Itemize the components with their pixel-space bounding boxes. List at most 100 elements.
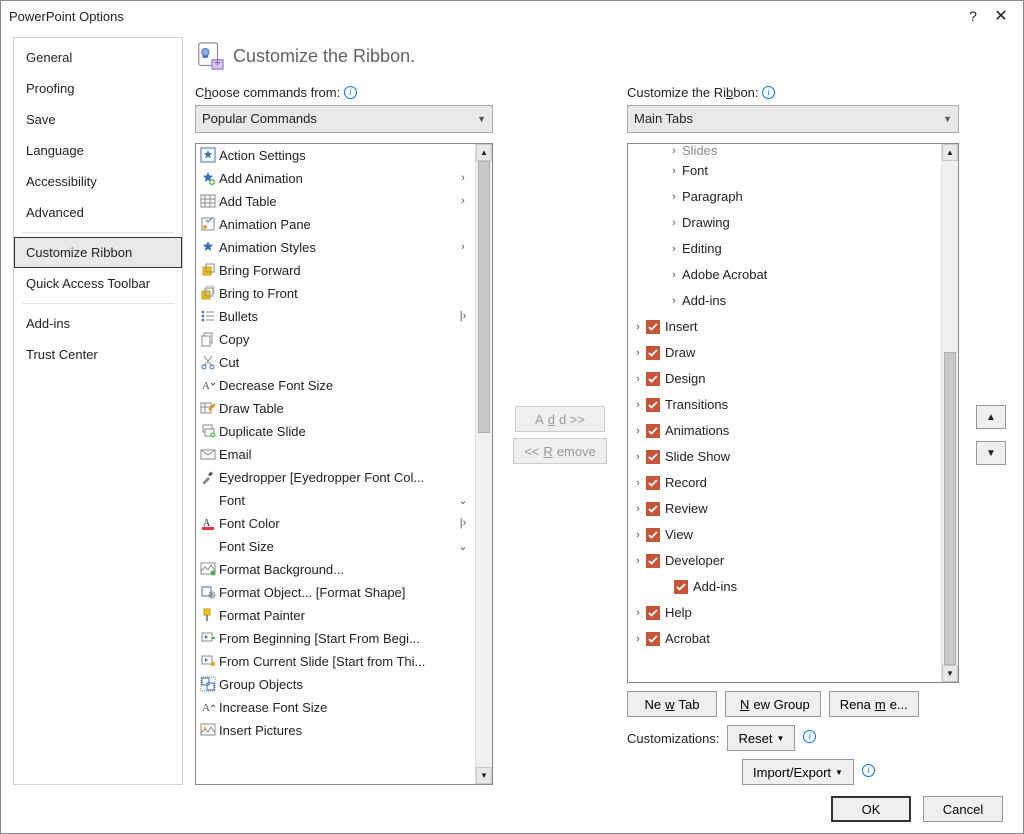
tree-group[interactable]: Add-ins bbox=[628, 574, 941, 600]
command-item[interactable]: Bullets|› bbox=[196, 305, 475, 328]
command-item[interactable]: Font⌄ bbox=[196, 489, 475, 512]
tree-group[interactable]: ›Slides bbox=[628, 144, 941, 158]
tree-group[interactable]: ›Drawing bbox=[628, 210, 941, 236]
command-item[interactable]: Copy bbox=[196, 328, 475, 351]
sidebar-item-general[interactable]: General bbox=[14, 42, 182, 73]
checkbox[interactable] bbox=[646, 632, 660, 646]
expander-icon[interactable]: › bbox=[632, 503, 644, 515]
tree-tab[interactable]: ›View bbox=[628, 522, 941, 548]
checkbox[interactable] bbox=[646, 450, 660, 464]
sidebar-item-advanced[interactable]: Advanced bbox=[14, 197, 182, 228]
command-item[interactable]: Animation Pane bbox=[196, 213, 475, 236]
tree-group[interactable]: ›Font bbox=[628, 158, 941, 184]
command-item[interactable]: ADecrease Font Size bbox=[196, 374, 475, 397]
sidebar-item-customize-ribbon[interactable]: Customize Ribbon bbox=[14, 237, 182, 268]
commands-listbox[interactable]: Action SettingsAdd Animation›Add Table›A… bbox=[195, 143, 493, 786]
sidebar-item-save[interactable]: Save bbox=[14, 104, 182, 135]
command-item[interactable]: Animation Styles› bbox=[196, 236, 475, 259]
cancel-button[interactable]: Cancel bbox=[923, 796, 1003, 822]
tree-group[interactable]: ›Add-ins bbox=[628, 288, 941, 314]
tree-tab[interactable]: ›Help bbox=[628, 600, 941, 626]
expander-icon[interactable]: › bbox=[632, 451, 644, 463]
tree-tab[interactable]: ›Acrobat bbox=[628, 626, 941, 652]
command-item[interactable]: Draw Table bbox=[196, 397, 475, 420]
checkbox[interactable] bbox=[646, 398, 660, 412]
expander-icon[interactable]: › bbox=[668, 295, 680, 307]
tree-tab[interactable]: ›Record bbox=[628, 470, 941, 496]
import-export-button[interactable]: Import/Export ▼ bbox=[742, 759, 854, 785]
tree-tab[interactable]: ›Design bbox=[628, 366, 941, 392]
move-down-button[interactable]: ▼ bbox=[976, 441, 1006, 465]
expander-icon[interactable]: › bbox=[632, 425, 644, 437]
scroll-down-icon[interactable]: ▼ bbox=[942, 665, 958, 682]
expander-icon[interactable]: › bbox=[668, 165, 680, 177]
sidebar-item-trust-center[interactable]: Trust Center bbox=[14, 339, 182, 370]
sidebar-item-quick-access-toolbar[interactable]: Quick Access Toolbar bbox=[14, 268, 182, 299]
scroll-down-icon[interactable]: ▼ bbox=[476, 767, 492, 784]
customize-ribbon-combo[interactable]: Main Tabs ▼ bbox=[627, 105, 959, 133]
command-item[interactable]: Format Background... bbox=[196, 558, 475, 581]
tree-group[interactable]: ›Adobe Acrobat bbox=[628, 262, 941, 288]
remove-button[interactable]: << Remove bbox=[513, 438, 607, 464]
expander-icon[interactable]: › bbox=[632, 347, 644, 359]
close-icon[interactable]: ✕ bbox=[987, 6, 1015, 26]
command-item[interactable]: Action Settings bbox=[196, 144, 475, 167]
tree-tab[interactable]: ›Slide Show bbox=[628, 444, 941, 470]
expander-icon[interactable]: › bbox=[668, 191, 680, 203]
command-item[interactable]: Duplicate Slide bbox=[196, 420, 475, 443]
command-item[interactable]: Email bbox=[196, 443, 475, 466]
sidebar-item-add-ins[interactable]: Add-ins bbox=[14, 308, 182, 339]
scrollbar[interactable]: ▲ ▼ bbox=[475, 144, 492, 785]
tree-tab[interactable]: ›Developer bbox=[628, 548, 941, 574]
info-icon[interactable]: i bbox=[862, 764, 875, 777]
checkbox[interactable] bbox=[646, 502, 660, 516]
command-item[interactable]: Insert Pictures bbox=[196, 719, 475, 742]
command-item[interactable]: Add Table› bbox=[196, 190, 475, 213]
tree-tab[interactable]: ›Animations bbox=[628, 418, 941, 444]
choose-commands-combo[interactable]: Popular Commands ▼ bbox=[195, 105, 493, 133]
info-icon[interactable]: i bbox=[762, 86, 775, 99]
expander-icon[interactable]: › bbox=[632, 529, 644, 541]
expander-icon[interactable]: › bbox=[668, 243, 680, 255]
command-item[interactable]: Bring Forward bbox=[196, 259, 475, 282]
checkbox[interactable] bbox=[646, 606, 660, 620]
expander-icon[interactable]: › bbox=[668, 269, 680, 281]
checkbox[interactable] bbox=[674, 580, 688, 594]
expander-icon[interactable]: › bbox=[632, 555, 644, 567]
command-item[interactable]: Format Object... [Format Shape] bbox=[196, 581, 475, 604]
expander-icon[interactable]: › bbox=[632, 321, 644, 333]
new-tab-button[interactable]: New Tab bbox=[627, 691, 717, 717]
command-item[interactable]: Cut bbox=[196, 351, 475, 374]
rename-button[interactable]: Rename... bbox=[829, 691, 919, 717]
expander-icon[interactable]: › bbox=[668, 145, 680, 157]
tree-tab[interactable]: ›Transitions bbox=[628, 392, 941, 418]
checkbox[interactable] bbox=[646, 528, 660, 542]
reset-button[interactable]: Reset ▼ bbox=[727, 725, 795, 751]
checkbox[interactable] bbox=[646, 424, 660, 438]
command-item[interactable]: From Current Slide [Start from Thi... bbox=[196, 650, 475, 673]
expander-icon[interactable]: › bbox=[632, 477, 644, 489]
sidebar-item-proofing[interactable]: Proofing bbox=[14, 73, 182, 104]
command-item[interactable]: Bring to Front bbox=[196, 282, 475, 305]
scroll-up-icon[interactable]: ▲ bbox=[942, 144, 958, 161]
sidebar-item-accessibility[interactable]: Accessibility bbox=[14, 166, 182, 197]
info-icon[interactable]: i bbox=[803, 730, 816, 743]
info-icon[interactable]: i bbox=[344, 86, 357, 99]
tree-tab[interactable]: ›Draw bbox=[628, 340, 941, 366]
expander-icon[interactable]: › bbox=[632, 373, 644, 385]
tree-tab[interactable]: ›Review bbox=[628, 496, 941, 522]
expander-icon[interactable]: › bbox=[668, 217, 680, 229]
new-group-button[interactable]: New Group bbox=[725, 691, 821, 717]
scroll-up-icon[interactable]: ▲ bbox=[476, 144, 492, 161]
command-item[interactable]: AIncrease Font Size bbox=[196, 696, 475, 719]
tree-group[interactable]: ›Editing bbox=[628, 236, 941, 262]
checkbox[interactable] bbox=[646, 554, 660, 568]
move-up-button[interactable]: ▲ bbox=[976, 405, 1006, 429]
tree-group[interactable]: ›Paragraph bbox=[628, 184, 941, 210]
add-button[interactable]: Add >> bbox=[515, 406, 605, 432]
help-icon[interactable]: ? bbox=[959, 8, 987, 24]
expander-icon[interactable]: › bbox=[632, 399, 644, 411]
checkbox[interactable] bbox=[646, 346, 660, 360]
ok-button[interactable]: OK bbox=[831, 796, 911, 822]
command-item[interactable]: Group Objects bbox=[196, 673, 475, 696]
